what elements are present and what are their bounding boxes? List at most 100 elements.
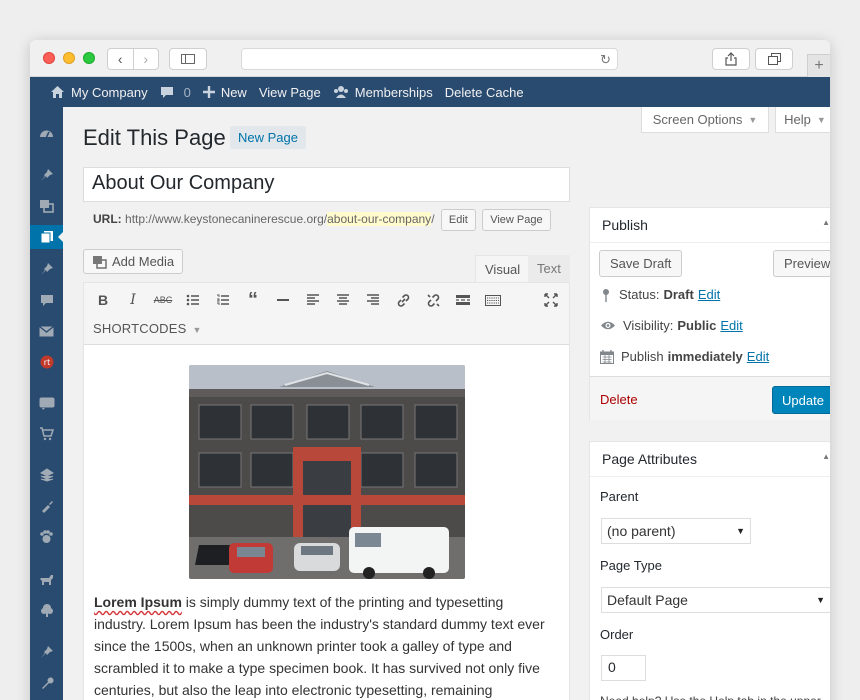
unlink-icon[interactable] (418, 287, 448, 313)
parent-select[interactable]: (no parent) ▼ (601, 518, 751, 544)
tabs-icon (767, 53, 781, 65)
comment-icon (40, 294, 53, 306)
fullscreen-icon[interactable] (536, 287, 566, 313)
site-name-link[interactable]: My Company (30, 77, 154, 107)
menu-tree[interactable] (30, 598, 63, 622)
sidebar-icon (181, 54, 195, 64)
menu-media[interactable] (30, 194, 63, 218)
close-window-button[interactable] (43, 52, 55, 64)
delete-cache-label: Delete Cache (444, 84, 524, 100)
back-icon[interactable]: ‹ (108, 49, 133, 69)
url-label: URL: (93, 212, 122, 227)
add-media-label: Add Media (112, 254, 175, 269)
pin-icon (40, 263, 53, 275)
screen-options-label: Screen Options (652, 112, 743, 127)
delete-cache-link[interactable]: Delete Cache (439, 77, 530, 107)
building-photo[interactable] (189, 365, 465, 579)
page-type-select[interactable]: Default Page ▼ (601, 587, 830, 613)
mail-icon (39, 325, 54, 336)
horizontal-line-icon[interactable] (268, 287, 298, 313)
update-button[interactable]: Update (772, 386, 830, 414)
preview-button[interactable]: Preview (773, 250, 830, 277)
sidebar-toggle-button[interactable] (169, 48, 207, 70)
menu-tools[interactable] (30, 494, 63, 518)
align-left-icon[interactable] (298, 287, 328, 313)
italic-icon[interactable]: I (118, 287, 148, 313)
read-more-icon[interactable] (448, 287, 478, 313)
reload-icon[interactable]: ↻ (600, 52, 611, 68)
tab-visual[interactable]: Visual (475, 255, 531, 282)
bold-icon[interactable]: B (88, 287, 118, 313)
align-center-icon[interactable] (328, 287, 358, 313)
publish-value: immediately (667, 349, 743, 364)
bullet-list-icon[interactable] (178, 287, 208, 313)
share-button[interactable] (712, 48, 750, 70)
url-slug[interactable]: about-our-company (327, 212, 432, 227)
comments-link[interactable]: 0 (154, 77, 197, 107)
menu-pin-3[interactable] (30, 640, 63, 664)
address-bar[interactable]: ↻ (241, 48, 618, 70)
menu-woo[interactable] (30, 391, 63, 415)
publish-box: Publish ▲ Save Draft Preview Status: Draft… (589, 207, 830, 420)
menu-comments[interactable] (30, 288, 63, 312)
save-draft-button[interactable]: Save Draft (599, 250, 683, 277)
minimize-window-button[interactable] (63, 52, 75, 64)
editor-body[interactable]: Lorem Ipsum is simply dummy text of the … (84, 345, 569, 700)
site-name: My Company (71, 84, 148, 100)
menu-settings[interactable] (30, 671, 63, 695)
add-new-page-button[interactable]: New Page (230, 126, 306, 149)
caret-down-icon: ▼ (816, 595, 825, 605)
media-icon (93, 255, 107, 269)
edit-date-link[interactable]: Edit (747, 349, 769, 364)
menu-plugins[interactable] (30, 525, 63, 549)
new-content-menu[interactable]: New (197, 77, 253, 107)
memberships-menu[interactable]: Memberships (327, 77, 439, 107)
menu-posts[interactable] (30, 163, 63, 187)
shortcodes-dropdown[interactable]: SHORTCODES ▼ (93, 321, 202, 336)
view-page-button[interactable]: View Page (482, 209, 551, 231)
edit-status-link[interactable]: Edit (698, 287, 720, 302)
menu-dog[interactable] (30, 567, 63, 591)
status-value: Draft (663, 287, 694, 302)
forward-icon[interactable]: › (132, 49, 159, 69)
numbered-list-icon[interactable] (208, 287, 238, 313)
menu-pin-2[interactable] (30, 257, 63, 281)
align-right-icon[interactable] (358, 287, 388, 313)
tab-text[interactable]: Text (528, 255, 570, 282)
tabs-overview-button[interactable] (755, 48, 793, 70)
strikethrough-icon[interactable]: ABC (148, 287, 178, 313)
page-attributes-header[interactable]: Page Attributes ▲ (590, 442, 830, 477)
toolbar-toggle-icon[interactable] (478, 287, 508, 313)
collapse-icon[interactable]: ▲ (822, 452, 830, 461)
publish-label: Publish (621, 349, 664, 364)
menu-appearance[interactable] (30, 463, 63, 487)
svg-text:rt: rt (43, 358, 49, 367)
menu-cart[interactable] (30, 422, 63, 446)
insert-link-icon[interactable] (388, 287, 418, 313)
menu-mail[interactable] (30, 319, 63, 343)
post-title-input[interactable]: About Our Company (83, 167, 570, 202)
collapse-icon[interactable]: ▲ (822, 218, 830, 227)
editor-toolbar: B I ABC “ SHORTCODES ▼ (84, 283, 569, 345)
visibility-row: Visibility: Public Edit (600, 318, 743, 333)
zoom-window-button[interactable] (83, 52, 95, 64)
add-media-button[interactable]: Add Media (83, 249, 184, 274)
caret-down-icon: ▼ (736, 526, 745, 536)
parent-label: Parent (600, 489, 639, 504)
view-page-link[interactable]: View Page (253, 77, 327, 107)
blockquote-icon[interactable]: “ (238, 287, 268, 313)
order-input[interactable]: 0 (601, 655, 646, 681)
visibility-label: Visibility: (623, 318, 674, 333)
help-button[interactable]: Help ▼ (775, 107, 830, 133)
layers-icon (39, 468, 54, 482)
edit-permalink-button[interactable]: Edit (440, 209, 476, 231)
screen-options-button[interactable]: Screen Options ▼ (641, 107, 769, 133)
edit-visibility-link[interactable]: Edit (720, 318, 742, 333)
delete-link[interactable]: Delete (600, 392, 638, 407)
menu-pages[interactable] (30, 225, 64, 249)
body-bold-text: Lorem Ipsum (94, 594, 182, 610)
publish-box-header[interactable]: Publish ▲ (590, 208, 830, 243)
menu-dashboard[interactable] (30, 121, 63, 145)
menu-plugin-rt[interactable]: rt (30, 350, 63, 374)
new-tab-button[interactable]: + (807, 54, 830, 77)
